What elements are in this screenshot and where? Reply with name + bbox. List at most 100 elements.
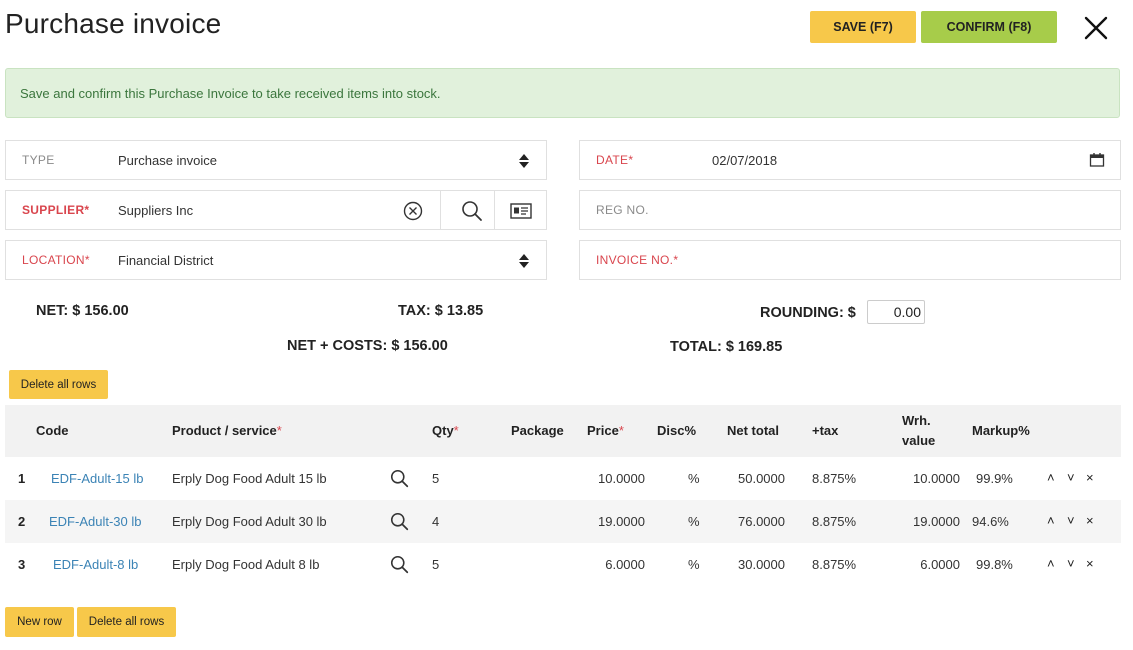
col-net-total: Net total — [727, 423, 779, 438]
delete-all-rows-button[interactable]: Delete all rows — [77, 607, 176, 637]
move-down-icon[interactable]: ˅ — [1067, 470, 1075, 485]
reg-no-field[interactable]: REG NO. — [579, 190, 1121, 230]
divider — [494, 191, 495, 229]
date-field[interactable]: DATE* 02/07/2018 — [579, 140, 1121, 180]
updown-arrows-icon — [518, 253, 530, 269]
required-mark: * — [84, 203, 90, 217]
net-total: NET: $ 156.00 — [36, 303, 129, 319]
price-value[interactable]: 6.0000 — [575, 557, 645, 572]
grand-total: TOTAL: $ 169.85 — [670, 339, 783, 355]
page-title: Purchase invoice — [5, 8, 222, 39]
search-icon[interactable] — [390, 512, 409, 531]
net-total-value: 30.0000 — [738, 557, 785, 572]
date-value: 02/07/2018 — [712, 153, 778, 168]
required-mark: * — [628, 153, 634, 167]
supplier-label: SUPPLIER — [22, 203, 85, 217]
required-mark: * — [453, 423, 459, 438]
remove-row-icon[interactable]: × — [1086, 513, 1094, 528]
supplier-field: SUPPLIER* Suppliers Inc — [5, 190, 547, 230]
col-code: Code — [36, 423, 69, 438]
table-row: 2 EDF-Adult-30 lb Erply Dog Food Adult 3… — [5, 500, 1121, 543]
close-icon[interactable] — [1082, 14, 1110, 42]
remove-row-icon[interactable]: × — [1086, 470, 1094, 485]
col-markup: Markup% — [972, 423, 1030, 438]
invoice-no-field[interactable]: INVOICE NO.* — [579, 240, 1121, 280]
product-name[interactable]: Erply Dog Food Adult 30 lb — [172, 514, 327, 529]
net-total-value: 50.0000 — [738, 471, 785, 486]
confirm-button[interactable]: CONFIRM (F8) — [921, 11, 1057, 43]
calendar-icon[interactable] — [1089, 152, 1105, 168]
rounding-input[interactable]: 0.00 — [867, 300, 925, 324]
price-value[interactable]: 10.0000 — [575, 471, 645, 486]
remove-row-icon[interactable]: × — [1086, 556, 1094, 571]
net-total-value: 76.0000 — [738, 514, 785, 529]
required-mark: * — [673, 253, 679, 267]
location-label: LOCATION — [22, 253, 85, 267]
markup-value[interactable]: 99.9% — [976, 471, 1013, 486]
search-icon[interactable] — [461, 200, 483, 222]
alert-text: Save and confirm this Purchase Invoice t… — [20, 85, 441, 101]
row-number: 3 — [18, 557, 26, 572]
search-icon[interactable] — [390, 555, 409, 574]
product-code-link[interactable]: EDF-Adult-15 lb — [51, 471, 143, 486]
location-select[interactable]: LOCATION* Financial District — [5, 240, 547, 280]
qty-value[interactable]: 4 — [432, 514, 439, 529]
product-code-link[interactable]: EDF-Adult-8 lb — [53, 557, 138, 572]
markup-value[interactable]: 94.6% — [972, 514, 1009, 529]
tax-value: 8.875% — [812, 514, 857, 529]
wrh-value: 10.0000 — [913, 471, 960, 486]
rounding-label: ROUNDING: $ — [760, 305, 856, 321]
type-value: Purchase invoice — [118, 153, 217, 168]
move-down-icon[interactable]: ˅ — [1067, 556, 1075, 571]
required-mark: * — [618, 423, 624, 438]
move-up-icon[interactable]: ˄ — [1047, 513, 1055, 528]
date-label: DATE — [596, 153, 629, 167]
qty-value[interactable]: 5 — [432, 557, 439, 572]
new-row-button[interactable]: New row — [5, 607, 74, 637]
table-header: Code Product / service* Qty* Package Pri… — [5, 405, 1121, 457]
move-up-icon[interactable]: ˄ — [1047, 470, 1055, 485]
price-value[interactable]: 19.0000 — [575, 514, 645, 529]
type-label: TYPE — [22, 153, 55, 167]
search-icon[interactable] — [390, 469, 409, 488]
tax-value: 8.875% — [812, 557, 857, 572]
disc-value[interactable]: % — [688, 557, 700, 572]
wrh-value: 6.0000 — [920, 557, 960, 572]
supplier-value[interactable]: Suppliers Inc — [118, 203, 193, 218]
tax-value: 8.875% — [812, 471, 857, 486]
col-wrh-value-line1: Wrh. — [902, 413, 931, 428]
col-qty: Qty — [432, 423, 454, 438]
col-package: Package — [511, 423, 564, 438]
col-disc: Disc% — [657, 423, 697, 438]
id-card-icon[interactable] — [510, 203, 532, 219]
reg-no-label: REG NO. — [596, 203, 649, 217]
product-code-link[interactable]: EDF-Adult-30 lb — [49, 514, 141, 529]
col-tax: +tax — [812, 423, 839, 438]
wrh-value: 19.0000 — [913, 514, 960, 529]
row-number: 2 — [18, 514, 26, 529]
delete-all-rows-button[interactable]: Delete all rows — [9, 370, 108, 399]
table-row: 1 EDF-Adult-15 lb Erply Dog Food Adult 1… — [5, 457, 1121, 500]
net-costs-total: NET + COSTS: $ 156.00 — [287, 338, 448, 354]
row-number: 1 — [18, 471, 26, 486]
info-alert: Save and confirm this Purchase Invoice t… — [5, 68, 1120, 118]
type-select[interactable]: TYPE Purchase invoice — [5, 140, 547, 180]
move-up-icon[interactable]: ˄ — [1047, 556, 1055, 571]
disc-value[interactable]: % — [688, 514, 700, 529]
move-down-icon[interactable]: ˅ — [1067, 513, 1075, 528]
product-name[interactable]: Erply Dog Food Adult 8 lb — [172, 557, 319, 572]
invoice-no-label: INVOICE NO. — [596, 253, 674, 267]
col-product: Product / service — [172, 423, 277, 438]
clear-circle-icon[interactable] — [403, 201, 423, 221]
save-button[interactable]: SAVE (F7) — [810, 11, 916, 43]
required-mark: * — [276, 423, 282, 438]
required-mark: * — [84, 253, 90, 267]
product-name[interactable]: Erply Dog Food Adult 15 lb — [172, 471, 327, 486]
location-value: Financial District — [118, 253, 214, 268]
col-wrh-value-line2: value — [902, 433, 936, 448]
markup-value[interactable]: 99.8% — [976, 557, 1013, 572]
updown-arrows-icon — [518, 153, 530, 169]
disc-value[interactable]: % — [688, 471, 700, 486]
qty-value[interactable]: 5 — [432, 471, 439, 486]
table-row: 3 EDF-Adult-8 lb Erply Dog Food Adult 8 … — [5, 543, 1121, 586]
